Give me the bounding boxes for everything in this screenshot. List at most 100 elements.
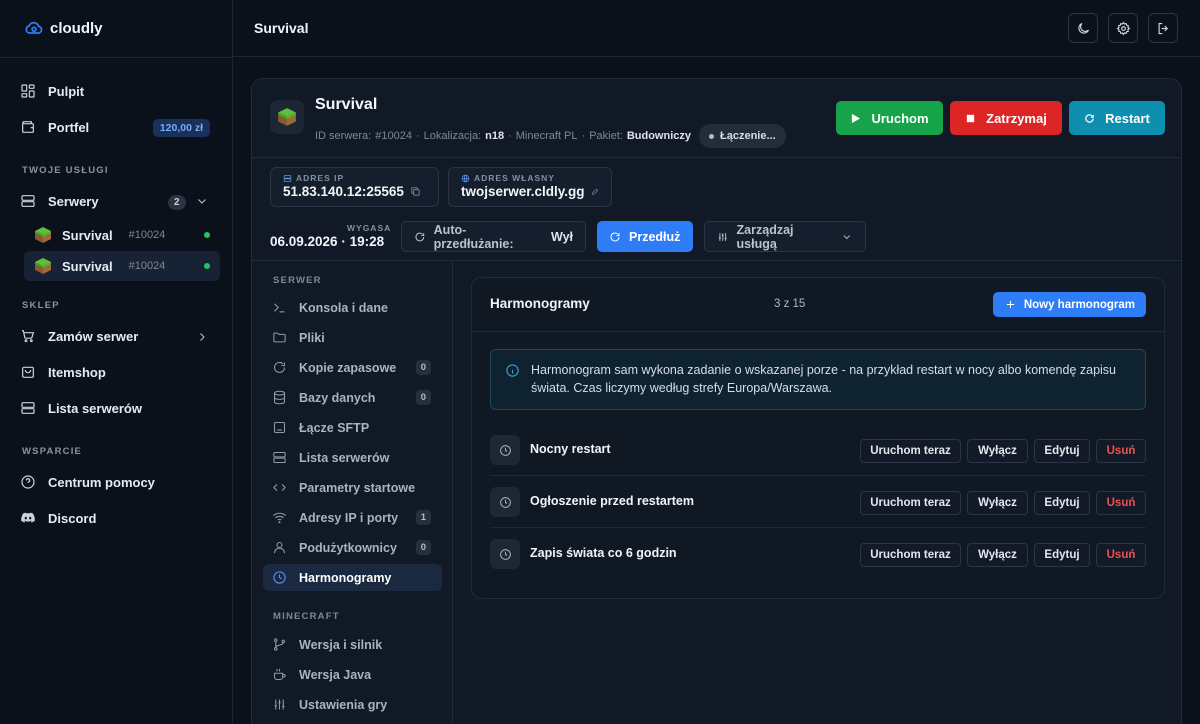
nav-itemshop[interactable]: Itemshop (20, 357, 220, 387)
clock-icon (273, 571, 286, 584)
subnav-java-version[interactable]: Wersja Java (263, 661, 442, 688)
disable-button[interactable]: Wyłącz (967, 439, 1028, 463)
run-now-button[interactable]: Uruchom teraz (860, 543, 961, 567)
edit-button[interactable]: Edytuj (1034, 543, 1090, 567)
delete-button[interactable]: Usuń (1096, 491, 1146, 515)
edit-button[interactable]: Edytuj (1034, 491, 1090, 515)
cart-icon (22, 330, 35, 343)
chevron-down-icon[interactable] (196, 195, 208, 207)
subnav-label: Kopie zapasowe (299, 360, 397, 375)
user-icon (273, 541, 286, 554)
chevron-right-icon[interactable] (196, 331, 208, 343)
restart-button[interactable]: Restart (1069, 101, 1165, 135)
disable-button[interactable]: Wyłącz (967, 543, 1028, 567)
subnav-server-list[interactable]: Lista serwerów (263, 444, 442, 471)
clock-icon (490, 487, 520, 517)
stop-icon (966, 114, 975, 122)
auto-renew-value: Wył (551, 229, 573, 244)
nav-discord[interactable]: Discord (20, 503, 220, 533)
subnav-startup-params[interactable]: Parametry startowe (263, 474, 442, 501)
subnav-subusers[interactable]: Podużytkownicy 0 (263, 534, 442, 561)
schedule-row: Ogłoszenie przed restartem Uruchom teraz… (490, 476, 1146, 528)
run-now-button[interactable]: Uruchom teraz (860, 439, 961, 463)
play-icon (852, 113, 861, 123)
code-icon (273, 483, 286, 492)
ip-address-box: ADRES IP 51.83.140.12:25565 (270, 167, 439, 207)
subnav-label: Konsola i dane (299, 300, 388, 315)
subnav-ip-ports[interactable]: Adresy IP i porty 1 (263, 504, 442, 531)
stop-button[interactable]: Zatrzymaj (950, 101, 1062, 135)
nav-order-server[interactable]: Zamów serwer (20, 321, 220, 351)
subnav-label: Wersja Java (299, 667, 372, 682)
divider (472, 331, 1164, 332)
dashboard-icon (21, 84, 35, 98)
subnav-version-engine[interactable]: Wersja i silnik (263, 631, 442, 658)
settings-button[interactable] (1108, 13, 1138, 43)
database-icon (273, 390, 286, 405)
expires-label: WYGASA (347, 223, 392, 233)
pencil-icon[interactable] (591, 186, 599, 197)
discord-icon (21, 512, 35, 523)
button-label: Przedłuż (629, 229, 681, 244)
sidebar-server-item[interactable]: Survival #10024 (24, 220, 220, 250)
status-text: Łączenie... (720, 130, 776, 142)
meta-label: Lokalizacja: (423, 130, 482, 142)
run-now-button[interactable]: Uruchom teraz (860, 491, 961, 515)
refresh-icon (415, 232, 425, 241)
subnav-files[interactable]: Pliki (263, 324, 442, 351)
subnav-console[interactable]: Konsola i dane (263, 294, 442, 321)
server-card: Survival ID serwera: #10024 · Lokalizacj… (251, 78, 1182, 724)
manage-service-dropdown[interactable]: Zarządzaj usługą (704, 221, 866, 252)
theme-toggle-button[interactable] (1068, 13, 1098, 43)
nav-server-list[interactable]: Lista serwerów (20, 393, 220, 423)
schedule-name: Ogłoszenie przed restartem (530, 494, 694, 508)
schedules-panel: Harmonogramy 3 z 15 Nowy harmonogram Har… (471, 277, 1165, 599)
subnav-game-settings[interactable]: Ustawienia gry (263, 691, 442, 718)
delete-button[interactable]: Usuń (1096, 439, 1146, 463)
meta-separator: · (508, 130, 512, 142)
nav-pulpit[interactable]: Pulpit (20, 76, 220, 106)
extend-button[interactable]: Przedłuż (597, 221, 693, 252)
wallet-balance-badge: 120,00 zł (152, 119, 210, 137)
coffee-icon (273, 668, 286, 681)
subnav-backups[interactable]: Kopie zapasowe 0 (263, 354, 442, 381)
schedules-title: Harmonogramy (490, 296, 590, 311)
nav-help-center[interactable]: Centrum pomocy (20, 467, 220, 497)
logout-button[interactable] (1148, 13, 1178, 43)
server-id-value: #10024 (375, 130, 412, 142)
divider (252, 157, 1181, 158)
subnav-label: Harmonogramy (299, 570, 392, 585)
server-icon (21, 195, 35, 207)
terminal-icon (274, 303, 285, 313)
subnav-schedules[interactable]: Harmonogramy (263, 564, 442, 591)
nav-servers[interactable]: Serwery (20, 186, 220, 216)
package-value: Budowniczy (626, 130, 691, 142)
domain-value: twojserwer.cldly.gg (461, 184, 585, 199)
nav-label: Discord (48, 510, 97, 526)
status-badge: Łączenie... (699, 124, 786, 148)
copy-icon[interactable] (410, 186, 421, 197)
minecraft-grass-icon (34, 257, 52, 275)
new-schedule-button[interactable]: Nowy harmonogram (992, 292, 1146, 317)
refresh-icon (610, 231, 620, 241)
help-icon (21, 475, 35, 489)
subnav-label: Bazy danych (299, 390, 376, 405)
sliders-icon (274, 699, 285, 710)
sliders-icon (718, 232, 727, 241)
edit-button[interactable]: Edytuj (1034, 439, 1090, 463)
button-label: Nowy harmonogram (1023, 298, 1135, 311)
brand-logo[interactable]: cloudly (24, 18, 103, 38)
sidebar-server-item-active[interactable]: Survival #10024 (24, 251, 220, 281)
clock-icon (490, 435, 520, 465)
disable-button[interactable]: Wyłącz (967, 491, 1028, 515)
backup-icon (274, 361, 286, 373)
auto-renew-toggle[interactable]: Auto-przedłużanie: Wył (401, 221, 586, 252)
subnav-sftp[interactable]: Łącze SFTP (263, 414, 442, 441)
start-button[interactable]: Uruchom (836, 101, 943, 135)
subnav-section-server: SERWER (273, 275, 322, 286)
gear-icon (1116, 21, 1130, 35)
git-branch-icon (273, 638, 286, 651)
subnav-databases[interactable]: Bazy danych 0 (263, 384, 442, 411)
delete-button[interactable]: Usuń (1096, 543, 1146, 567)
server-list-icon (273, 451, 286, 464)
